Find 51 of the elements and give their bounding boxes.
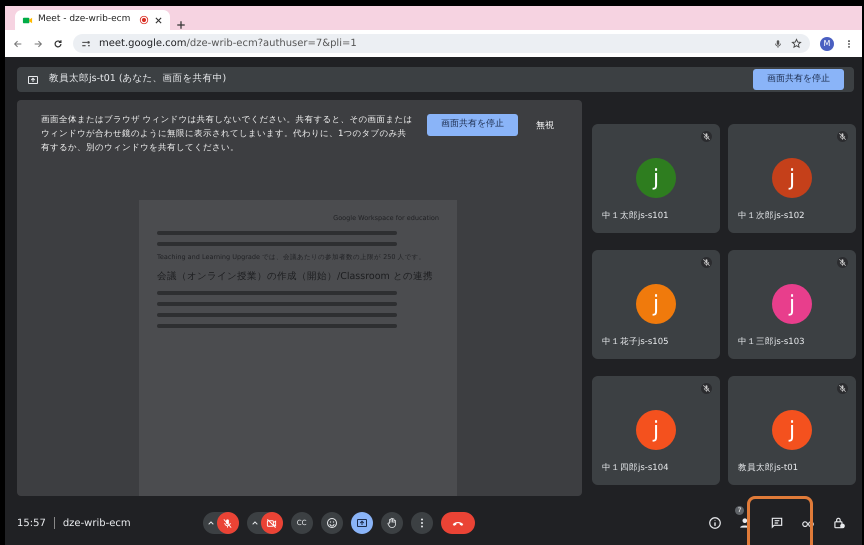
url-text: meet.google.com/dze-wrib-ecm?authuser=7&pli=1 [99, 37, 358, 51]
present-icon [356, 517, 368, 529]
participant-name: 中１次郎js-s102 [738, 210, 805, 223]
smiley-icon [326, 517, 338, 529]
dismiss-button[interactable]: 無視 [532, 118, 558, 136]
address-bar[interactable]: meet.google.com/dze-wrib-ecm?authuser=7&pli=1 [73, 34, 810, 53]
star-icon[interactable] [791, 38, 802, 49]
camera-button[interactable] [260, 512, 283, 534]
banner-text: 教員太郎js-t01 (あなた、画面を共有中) [49, 72, 228, 86]
emoji-button[interactable] [320, 512, 343, 534]
avatar: j [772, 284, 812, 324]
participant-name: 中１三郎js-s103 [738, 336, 805, 349]
participant-name: 教員太郎js-t01 [738, 462, 798, 475]
forward-icon[interactable] [33, 38, 43, 48]
participant-name: 中１太郎js-s101 [602, 210, 669, 223]
raise-hand-button[interactable] [380, 512, 403, 534]
browser-tab[interactable]: Meet - dze-wrib-ecm [15, 10, 170, 30]
recording-icon [139, 15, 149, 25]
avatar: j [636, 158, 676, 198]
back-icon[interactable] [13, 38, 23, 48]
avatar: j [636, 284, 676, 324]
close-icon[interactable] [154, 16, 163, 24]
profile-avatar[interactable]: M [820, 36, 834, 50]
avatar: j [636, 410, 676, 450]
tab-title: Meet - dze-wrib-ecm [38, 13, 132, 26]
site-settings-icon [81, 38, 91, 48]
reload-icon[interactable] [53, 38, 63, 48]
caret-icon[interactable] [250, 519, 259, 527]
participant-name: 中１四郎js-s104 [602, 462, 669, 475]
hand-icon [386, 517, 398, 529]
new-tab-icon[interactable] [176, 20, 186, 30]
present-icon [27, 74, 39, 86]
chat-icon[interactable] [770, 516, 784, 530]
meeting-code: dze-wrib-ecm [62, 516, 131, 530]
stop-sharing-button[interactable]: 画面共有を停止 [753, 68, 844, 90]
muted-mic-icon [222, 518, 234, 528]
more-options-button[interactable] [410, 512, 433, 534]
info-icon[interactable] [708, 516, 722, 530]
microphone-icon[interactable] [773, 38, 783, 48]
avatar: j [772, 410, 812, 450]
leave-call-button[interactable] [440, 512, 475, 534]
participant-name: 中１花子js-s105 [602, 336, 669, 349]
present-button[interactable] [350, 512, 373, 534]
caret-icon[interactable] [206, 519, 215, 527]
warning-message: 画面全体またはブラウザ ウィンドウは共有しないでください。共有すると、その画面またはウィンドウが合わせ鏡のように無限に表示されてしまいます。代わりに、1つのタブのみ共有するか、別のウィンドウを共有してください。 [41, 114, 413, 154]
host-controls-icon[interactable] [832, 516, 846, 530]
camera-off-icon [266, 518, 278, 528]
stop-sharing-button[interactable]: 画面共有を停止 [427, 114, 518, 136]
microphone-button[interactable] [216, 512, 239, 534]
meeting-time: 15:57 [17, 516, 46, 530]
avatar: j [772, 158, 812, 198]
